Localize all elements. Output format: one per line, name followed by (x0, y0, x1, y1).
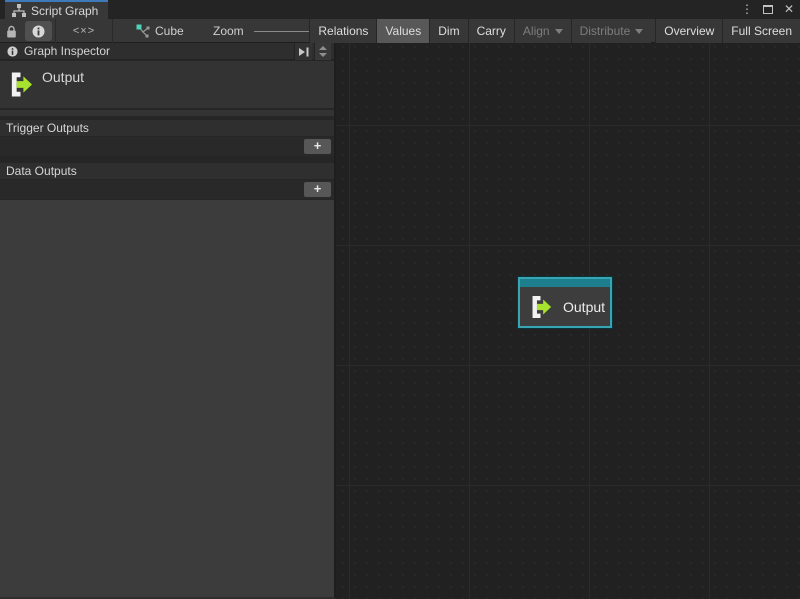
graph-toolbar: <×> Cube Zoom 1x Relations Values Dim Ca… (0, 19, 800, 43)
tab-script-graph[interactable]: Script Graph (5, 0, 108, 19)
menu-icon[interactable]: ⋮ (740, 0, 754, 19)
inspector-toggle-button[interactable] (25, 21, 52, 41)
toolbar-divider (112, 19, 113, 43)
code-view-button[interactable]: <×> (56, 19, 112, 43)
fullscreen-button[interactable]: Full Screen (722, 19, 800, 43)
panel-stepper[interactable] (314, 43, 331, 60)
dock-panel-button[interactable] (294, 43, 312, 60)
tab-title: Script Graph (31, 4, 98, 18)
info-icon (7, 46, 18, 57)
align-dropdown[interactable]: Align (514, 19, 571, 43)
arrow-down-icon (319, 53, 327, 57)
data-outputs-header: Data Outputs (0, 163, 334, 179)
graph-reference-icon (136, 24, 150, 38)
close-icon[interactable]: ✕ (782, 0, 796, 19)
unit-preview-title: Output (42, 69, 84, 85)
overview-button[interactable]: Overview (655, 19, 722, 43)
add-data-output-button[interactable]: + (304, 182, 331, 197)
unit-preview-footer (0, 110, 334, 116)
output-node-title: Output (563, 299, 605, 315)
graph-canvas[interactable]: Output (336, 43, 800, 599)
inspector-title: Graph Inspector (24, 44, 110, 58)
zoom-label: Zoom (213, 24, 244, 38)
chevron-down-icon (555, 29, 563, 34)
add-trigger-output-button[interactable]: + (304, 139, 331, 154)
toolbar-right-group: Relations Values Dim Carry Align Distrib… (309, 19, 800, 43)
lock-button[interactable] (0, 19, 22, 43)
output-node-header[interactable] (520, 279, 610, 287)
code-icon: <×> (73, 25, 95, 37)
inspector-content: Graph Inspector Output (0, 43, 334, 200)
output-unit-icon (529, 295, 552, 319)
output-node-body: Output (520, 287, 610, 326)
dim-button[interactable]: Dim (429, 19, 467, 43)
data-outputs-list: + (0, 180, 334, 199)
relations-button[interactable]: Relations (309, 19, 376, 43)
trigger-outputs-header: Trigger Outputs (0, 120, 334, 136)
chevron-down-icon (635, 29, 643, 34)
unit-preview: Output (0, 61, 334, 108)
trigger-outputs-list: + (0, 137, 334, 156)
graph-target-chip[interactable]: Cube (136, 19, 184, 43)
info-icon (32, 25, 45, 38)
title-bar: Script Graph ⋮ ✕ (0, 0, 800, 19)
carry-button[interactable]: Carry (468, 19, 514, 43)
graph-hierarchy-icon (12, 4, 26, 17)
window-controls: ⋮ ✕ (740, 0, 796, 19)
arrow-up-icon (319, 46, 327, 50)
toolbar-left-group: <×> (0, 19, 113, 43)
graph-target-label: Cube (155, 24, 184, 38)
output-node[interactable]: Output (518, 277, 612, 328)
lock-icon (6, 25, 17, 38)
dock-right-icon (298, 46, 310, 58)
distribute-dropdown[interactable]: Distribute (571, 19, 652, 43)
values-button[interactable]: Values (376, 19, 429, 43)
maximize-icon[interactable] (763, 5, 773, 14)
script-graph-window: { "window": { "tab_title": "Script Graph… (0, 0, 800, 599)
output-unit-icon (8, 71, 33, 98)
inspector-header: Graph Inspector (0, 43, 334, 60)
graph-inspector-panel: Graph Inspector Output (0, 43, 336, 599)
